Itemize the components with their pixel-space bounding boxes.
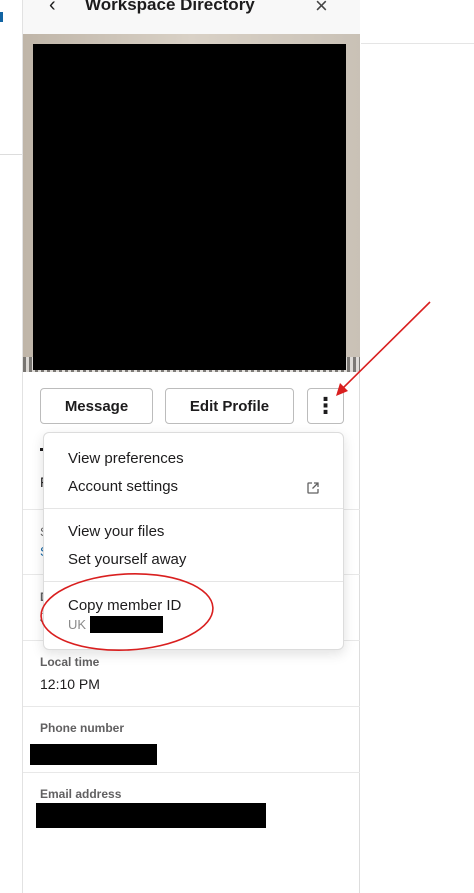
phone-number-label: Phone number <box>40 721 125 735</box>
external-link-icon <box>307 482 319 494</box>
message-button[interactable]: Message <box>40 388 153 424</box>
menu-item-view-preferences[interactable]: View preferences <box>68 450 184 467</box>
email-address-label: Email address <box>40 787 122 801</box>
menu-item-view-your-files[interactable]: View your files <box>68 523 164 540</box>
member-id-redaction <box>90 616 163 633</box>
member-id-prefix: UK <box>68 617 87 632</box>
menu-separator <box>44 581 343 582</box>
email-address-redaction <box>36 803 266 828</box>
photo-redaction <box>33 44 346 370</box>
local-time-value: 12:10 PM <box>40 676 100 692</box>
section-divider <box>23 706 360 707</box>
panel-header: ‹ Workspace Directory × <box>23 0 360 34</box>
phone-number-redaction <box>30 744 157 765</box>
menu-separator <box>44 508 343 509</box>
channel-indicator <box>0 12 3 22</box>
local-time-label: Local time <box>40 655 100 669</box>
section-divider <box>23 772 360 773</box>
menu-item-set-yourself-away[interactable]: Set yourself away <box>68 551 186 568</box>
back-icon[interactable]: ‹ <box>49 0 56 17</box>
main-app-left-strip <box>0 0 23 893</box>
member-id-value: UK <box>68 617 86 632</box>
main-app-right-area <box>361 0 474 893</box>
edit-profile-button[interactable]: Edit Profile <box>165 388 294 424</box>
profile-photo <box>23 34 360 372</box>
close-icon[interactable]: × <box>315 0 328 19</box>
panel-title: Workspace Directory <box>85 0 255 14</box>
menu-item-account-settings[interactable]: Account settings <box>68 478 178 495</box>
header-divider <box>361 43 474 44</box>
more-actions-button[interactable]: ⋮ <box>307 388 344 424</box>
more-actions-menu: View preferences Account settings View y… <box>43 432 344 650</box>
left-divider <box>0 154 23 155</box>
menu-item-copy-member-id[interactable]: Copy member ID <box>68 597 181 614</box>
